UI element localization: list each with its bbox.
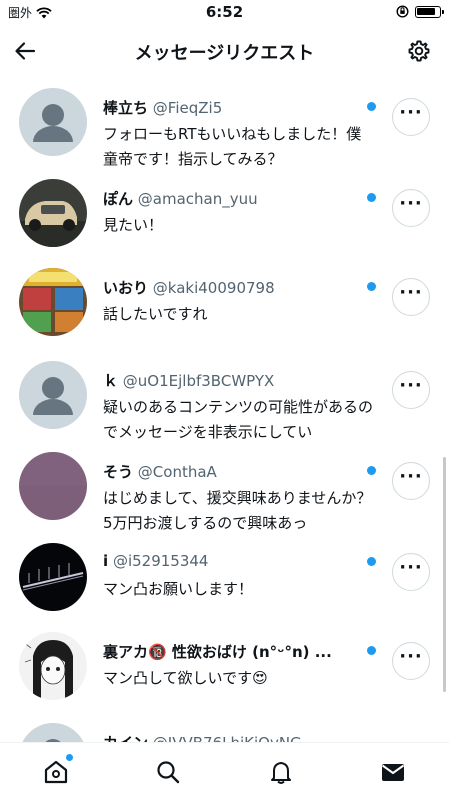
more-icon: ···	[399, 193, 423, 214]
avatar[interactable]	[19, 723, 87, 742]
settings-button[interactable]	[403, 35, 435, 67]
display-name: ｋ	[103, 372, 119, 390]
unread-indicator	[367, 466, 376, 475]
more-options-button[interactable]: ···	[392, 462, 430, 500]
request-row[interactable]: 裏アカ🔞 性欲おばけ (n°ᵕ°n) ... マン凸して欲しいです😍 ···	[0, 632, 449, 714]
more-icon: ···	[399, 375, 423, 396]
avatar[interactable]	[19, 632, 87, 700]
user-handle: @amachan_yuu	[137, 190, 258, 208]
message-preview: 見たい！	[103, 216, 164, 234]
user-handle: @IVVB76LhiKiQvNG	[153, 734, 302, 742]
user-handle: @ConthaA	[137, 463, 217, 481]
display-name: i	[103, 552, 109, 570]
more-options-button[interactable]: ···	[392, 189, 430, 227]
more-options-button[interactable]: ···	[392, 371, 430, 409]
purple-texture-avatar	[19, 452, 87, 520]
tab-notifications[interactable]	[266, 757, 296, 787]
message-preview: フォローもRTもいいねもしました！僕童帝です！指示してみる？	[103, 125, 362, 168]
more-icon: ···	[399, 282, 423, 303]
tab-search[interactable]	[153, 757, 183, 787]
request-row[interactable]: いおり @kaki40090798 話したいですれ ···	[0, 268, 449, 350]
search-icon	[157, 761, 180, 784]
display-name: 裏アカ🔞 性欲おばけ (n°ᵕ°n) ...	[103, 643, 332, 661]
unread-indicator	[367, 193, 376, 202]
request-row[interactable]: そう @ConthaA はじめまして、援交興味ありませんか？5万円お渡しするので…	[0, 452, 449, 536]
default-avatar-icon	[19, 723, 87, 742]
notification-dot	[66, 754, 73, 761]
tab-messages[interactable]	[378, 757, 408, 787]
message-request-list: 棒立ち @FieqZi5 フォローもRTもいいねもしました！僕童帝です！指示して…	[0, 80, 449, 742]
user-handle: @uO1Ejlbf3BCWPYX	[122, 372, 275, 390]
name-line: ｋ @uO1Ejlbf3BCWPYX	[103, 370, 363, 391]
display-name: 棒立ち	[103, 99, 149, 117]
unread-indicator	[367, 557, 376, 566]
more-options-button[interactable]: ···	[392, 278, 430, 316]
status-bar: 圏外 6:52	[0, 0, 449, 26]
message-preview: はじめまして、援交興味ありませんか？5万円お渡しするので興味あっ	[103, 489, 372, 532]
message-preview: 疑いのあるコンテンツの可能性があるのでメッセージを非表示にしてい	[103, 398, 374, 441]
bell-icon	[271, 762, 291, 784]
tab-home[interactable]	[41, 754, 73, 787]
request-row[interactable]: i @i52915344 マン凸お願いします！ ···	[0, 543, 449, 625]
gear-icon	[408, 40, 430, 62]
avatar[interactable]	[19, 88, 87, 156]
name-line: カイン @IVVB76LhiKiQvNG	[103, 732, 363, 742]
request-row[interactable]: 棒立ち @FieqZi5 フォローもRTもいいねもしました！僕童帝です！指示して…	[0, 88, 449, 170]
game-art-avatar	[19, 268, 87, 336]
user-handle: @kaki40090798	[152, 279, 275, 297]
default-avatar-icon	[19, 361, 87, 429]
default-avatar-icon	[19, 88, 87, 156]
status-right	[396, 5, 444, 18]
page-title: メッセージリクエスト	[134, 43, 315, 64]
message-preview: 話したいですれ	[103, 305, 208, 323]
more-icon: ···	[399, 102, 423, 123]
display-name: ぽん	[103, 190, 134, 208]
message-preview: マン凸お願いします！	[103, 580, 254, 598]
more-icon: ···	[399, 557, 423, 578]
night-photo-avatar	[19, 543, 87, 611]
more-icon: ···	[399, 646, 423, 667]
battery-level	[417, 7, 435, 15]
bottom-tab-bar	[0, 742, 449, 800]
more-options-button[interactable]: ···	[392, 553, 430, 591]
request-row[interactable]: ｋ @uO1Ejlbf3BCWPYX 疑いのあるコンテンツの可能性があるのでメッ…	[0, 361, 449, 445]
name-line: 裏アカ🔞 性欲おばけ (n°ᵕ°n) ...	[103, 641, 363, 662]
more-icon: ···	[399, 466, 423, 487]
unread-indicator	[367, 282, 376, 291]
scrollbar[interactable]	[443, 457, 446, 692]
status-time: 6:52	[205, 3, 244, 21]
name-line: そう @ConthaA	[103, 461, 363, 482]
avatar[interactable]	[19, 179, 87, 247]
mail-icon	[381, 764, 405, 781]
message-preview: マン凸して欲しいです😍	[103, 669, 268, 687]
avatar[interactable]	[19, 543, 87, 611]
avatar[interactable]	[19, 361, 87, 429]
orientation-lock-icon	[396, 5, 409, 18]
header: メッセージリクエスト	[0, 26, 449, 76]
name-line: i @i52915344	[103, 552, 363, 570]
name-line: いおり @kaki40090798	[103, 277, 363, 298]
user-handle: @FieqZi5	[152, 99, 223, 117]
request-row[interactable]: カイン @IVVB76LhiKiQvNG	[0, 723, 449, 742]
display-name: そう	[103, 463, 134, 481]
more-options-button[interactable]: ···	[392, 642, 430, 680]
display-name: いおり	[103, 279, 149, 297]
avatar[interactable]	[19, 452, 87, 520]
home-icon	[44, 760, 68, 784]
display-name: カイン	[103, 734, 148, 742]
name-line: ぽん @amachan_yuu	[103, 188, 363, 209]
user-handle: @i52915344	[112, 552, 209, 570]
avatar[interactable]	[19, 268, 87, 336]
request-row[interactable]: ぽん @amachan_yuu 見たい！ ···	[0, 179, 449, 261]
manga-art-avatar	[19, 632, 87, 700]
unread-indicator	[367, 646, 376, 655]
battery-icon	[415, 5, 444, 18]
unread-indicator	[367, 102, 376, 111]
car-photo-avatar	[19, 179, 87, 247]
name-line: 棒立ち @FieqZi5	[103, 97, 363, 118]
more-options-button[interactable]: ···	[392, 98, 430, 136]
